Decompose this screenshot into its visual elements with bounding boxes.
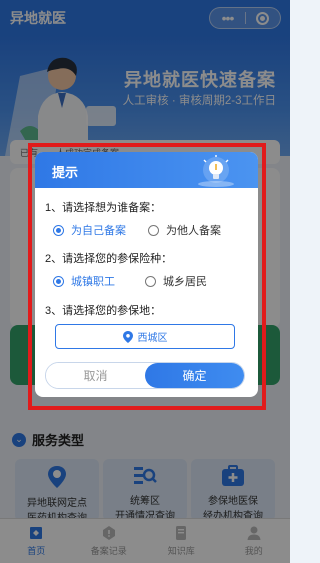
insurance-location-selector[interactable]: 西城区 <box>55 324 235 349</box>
confirm-button[interactable]: 确定 <box>145 363 244 388</box>
option-label: 城乡居民 <box>163 276 207 288</box>
location-pin-icon <box>122 330 133 343</box>
lightbulb-icon <box>198 155 234 187</box>
option-label: 为自己备案 <box>71 225 126 237</box>
question-3-label: 3、请选择您的参保地： <box>45 305 162 317</box>
option-label: 城镇职工 <box>71 276 115 288</box>
radio-unchecked-icon <box>145 275 156 287</box>
question-2-options: 城镇职工 城乡居民 <box>53 273 229 289</box>
option-urban-employee[interactable]: 城镇职工 <box>53 273 115 289</box>
dialog-header: 提示 <box>35 152 258 188</box>
filing-options-dialog: 提示 1、请选择想为谁备案： 为自己备案 为他人备案 2、请选择您的参保险种： … <box>35 152 258 397</box>
cancel-button[interactable]: 取消 <box>46 363 145 388</box>
radio-checked-icon <box>53 224 64 236</box>
radio-unchecked-icon <box>148 224 159 236</box>
option-label: 为他人备案 <box>166 225 221 237</box>
option-self-filing[interactable]: 为自己备案 <box>53 222 126 238</box>
option-others-filing[interactable]: 为他人备案 <box>148 222 221 238</box>
option-urban-rural-resident[interactable]: 城乡居民 <box>145 273 207 289</box>
question-2-label: 2、请选择您的参保险种： <box>45 253 173 265</box>
dialog-title: 提示 <box>52 165 79 180</box>
selected-location: 西城区 <box>137 333 168 344</box>
question-1-label: 1、请选择想为谁备案： <box>45 202 162 214</box>
question-1-options: 为自己备案 为他人备案 <box>53 222 243 238</box>
radio-checked-icon <box>53 275 64 287</box>
dialog-button-row: 取消 确定 <box>45 362 245 389</box>
